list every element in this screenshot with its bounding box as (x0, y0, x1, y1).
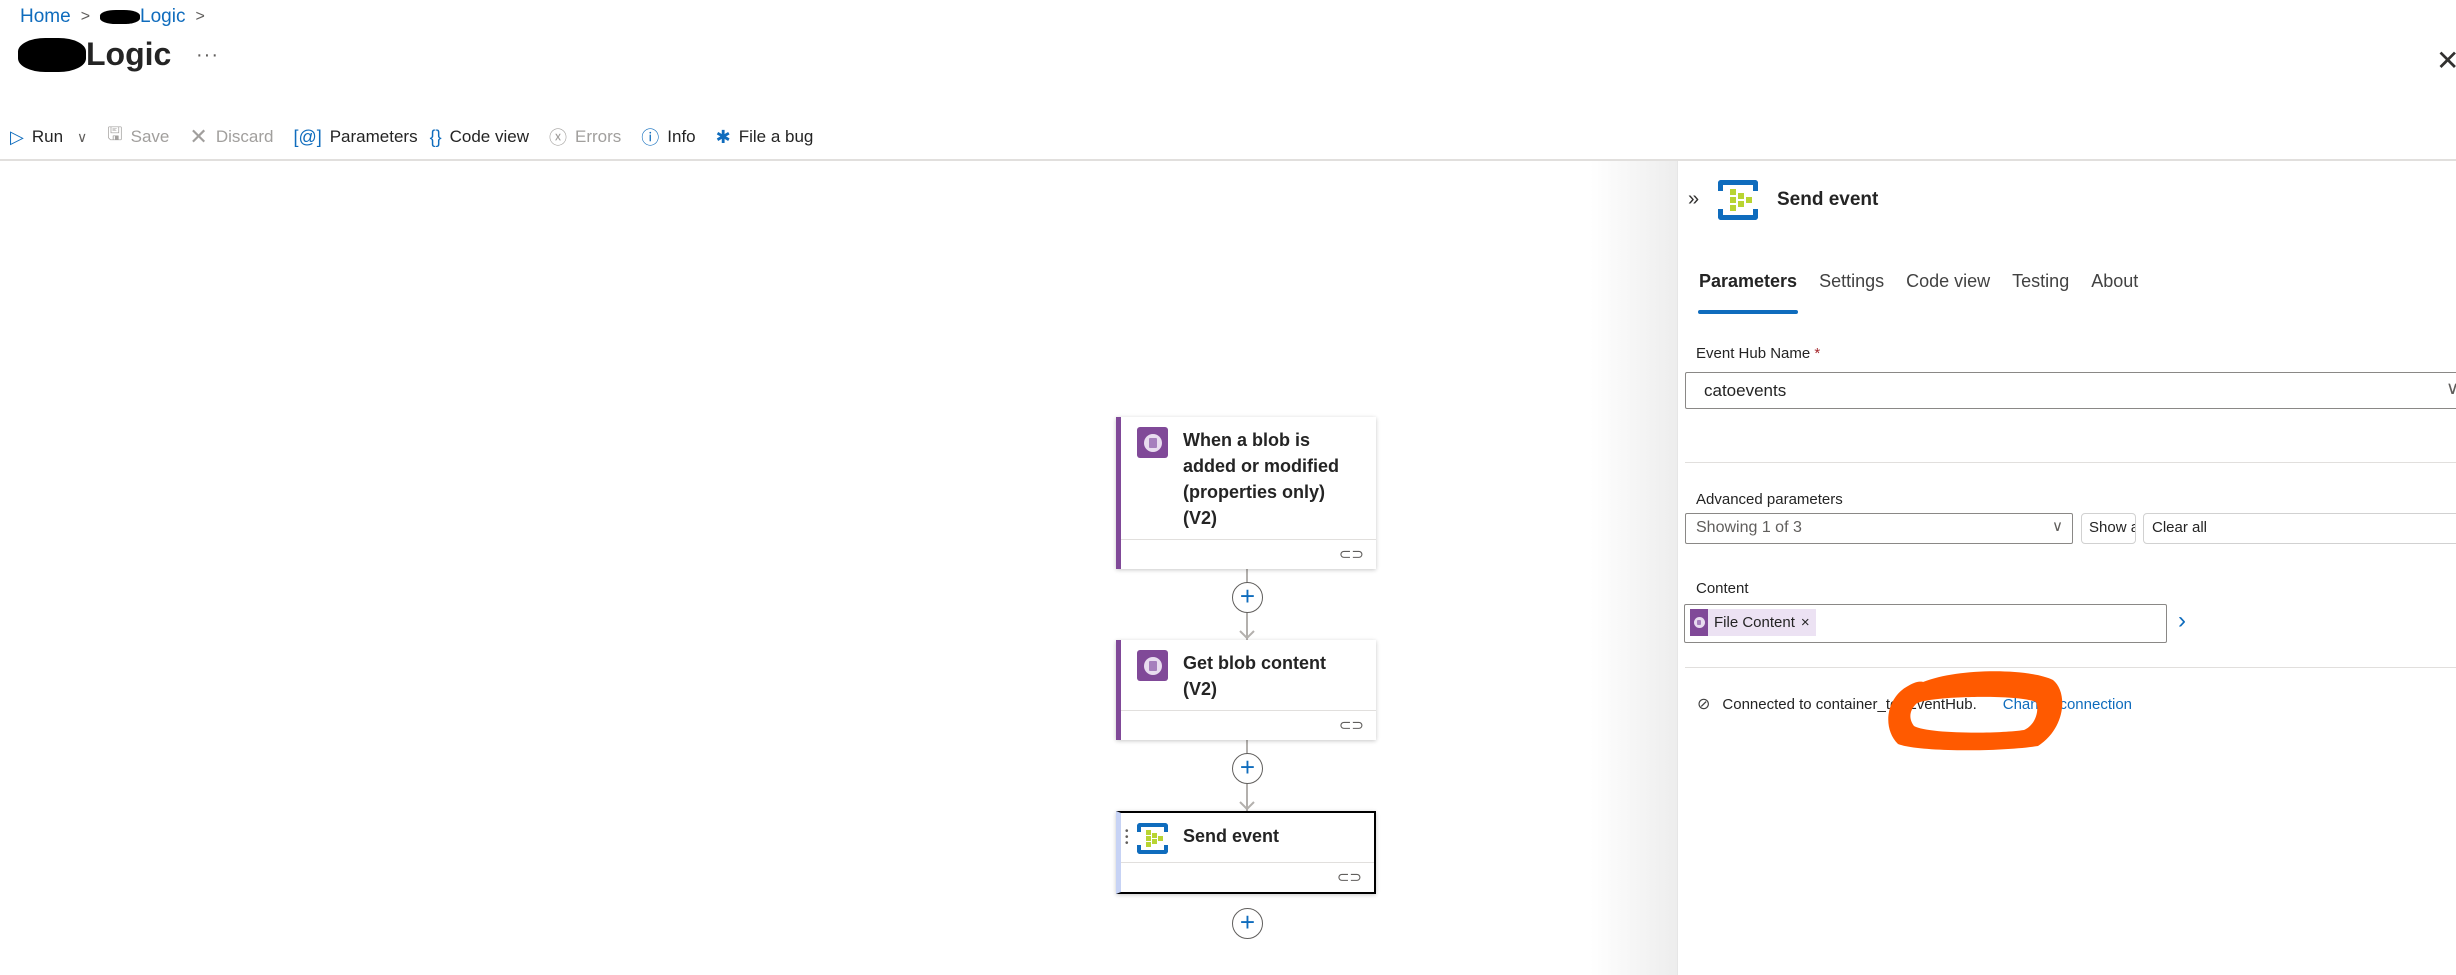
info-icon: ⓘ (641, 128, 660, 148)
content-label: Content (1696, 580, 1749, 597)
content-input[interactable]: File Content × (1684, 604, 2167, 643)
required-mark: * (1814, 345, 1821, 362)
workflow-node-send-event[interactable]: • • • Send event ⊂⊃ (1116, 811, 1376, 894)
node-title: When a blob is added or modified (proper… (1183, 430, 1340, 528)
add-step-button[interactable]: + (1232, 753, 1263, 784)
discard-icon: ✕ (189, 124, 208, 149)
panel-tabs: Parameters Settings Code view Testing Ab… (1697, 271, 2138, 314)
tab-code-view[interactable]: Code view (1906, 271, 1990, 302)
divider (1685, 462, 2456, 463)
advanced-parameters-label: Advanced parameters (1696, 491, 1843, 508)
event-hub-icon (1718, 180, 1758, 220)
toolbar: ▷ Run ∨ 🖫 Save ✕ Discard [@] Parameters … (10, 122, 833, 152)
chevron-right-icon: > (80, 8, 91, 25)
connection-link-icon: ⊂⊃ (1336, 869, 1362, 886)
show-all-button[interactable]: Show all (2081, 513, 2136, 544)
redaction-mark (18, 37, 86, 72)
bug-icon: ✱ (715, 126, 731, 147)
code-icon: {} (429, 126, 442, 147)
close-icon[interactable]: ✕ (2436, 44, 2456, 77)
info-button[interactable]: ⓘ Info (641, 124, 695, 150)
event-hub-name-label: Event Hub Name * (1696, 345, 1821, 362)
chevron-down-icon[interactable]: ∨ (77, 129, 87, 146)
code-view-button[interactable]: {} Code view (430, 127, 529, 148)
tab-about[interactable]: About (2091, 271, 2138, 302)
connection-link-icon: ⊂⊃ (1338, 546, 1364, 563)
clear-all-button[interactable]: Clear all (2143, 513, 2456, 544)
event-hub-name-dropdown[interactable]: catoevents (1685, 372, 2456, 409)
tab-settings[interactable]: Settings (1819, 271, 1884, 302)
blob-storage-icon (1137, 427, 1168, 458)
advanced-parameters-dropdown[interactable]: Showing 1 of 3 (1685, 513, 2073, 544)
blob-storage-icon (1690, 609, 1708, 636)
divider (1685, 667, 2456, 668)
workflow-canvas[interactable] (0, 161, 1677, 975)
chevron-right-icon: > (195, 8, 205, 25)
connection-status: Connected to container_to_EventHub. (1722, 695, 1977, 713)
node-title: Send event (1183, 826, 1280, 846)
redaction-mark (100, 10, 141, 24)
workflow-node-trigger[interactable]: When a blob is added or modified (proper… (1116, 417, 1376, 569)
arrow-down-icon (1239, 801, 1255, 811)
run-button[interactable]: ▷ Run ∨ (10, 127, 87, 148)
errors-button[interactable]: ⓧ Errors (549, 124, 621, 150)
play-icon: ▷ (10, 126, 24, 147)
breadcrumb: Home > Logic > (20, 6, 205, 28)
parameters-icon: [@] (293, 126, 322, 147)
more-options-button[interactable]: ··· (196, 44, 219, 67)
event-hub-icon (1137, 823, 1168, 854)
tab-parameters[interactable]: Parameters (1697, 271, 1799, 314)
page-title: Logic (18, 36, 171, 73)
arrow-down-icon (1239, 630, 1255, 640)
breadcrumb-logic-app[interactable]: Logic (100, 6, 185, 28)
blob-storage-icon (1137, 650, 1168, 681)
expand-chevron-icon[interactable]: › (2178, 607, 2186, 635)
tab-testing[interactable]: Testing (2012, 271, 2069, 302)
save-icon: 🖫 (107, 124, 123, 144)
parameters-button[interactable]: [@] Parameters (293, 127, 417, 148)
panel-title: Send event (1777, 189, 1879, 210)
workflow-node-get-blob[interactable]: Get blob content (V2) ⊂⊃ (1116, 640, 1376, 740)
add-step-button[interactable]: + (1232, 582, 1263, 613)
connection-link-icon: ⊂⊃ (1338, 717, 1364, 734)
breadcrumb-home[interactable]: Home (20, 6, 71, 28)
discard-button[interactable]: ✕ Discard (189, 124, 273, 150)
chevron-down-icon[interactable]: ∨ (2446, 378, 2456, 399)
panel-shadow (1590, 161, 1677, 975)
change-connection-link[interactable]: Change connection (2003, 696, 2132, 713)
file-a-bug-button[interactable]: ✱ File a bug (716, 127, 814, 148)
chevron-down-icon[interactable]: ∨ (2052, 517, 2063, 535)
errors-icon: ⓧ (549, 128, 567, 148)
add-step-button[interactable]: + (1232, 908, 1263, 939)
drag-handle-icon[interactable]: • • • (1125, 827, 1129, 849)
remove-token-icon[interactable]: × (1801, 614, 1810, 631)
connection-link-icon: ⊘ (1697, 696, 1711, 713)
collapse-panel-icon[interactable]: » (1688, 188, 1699, 211)
save-button[interactable]: 🖫 Save (107, 122, 169, 152)
file-content-token[interactable]: File Content × (1690, 609, 1816, 636)
node-title: Get blob content (V2) (1183, 653, 1326, 699)
connection-info: ⊘ Connected to container_to_EventHub. Ch… (1697, 694, 2132, 714)
